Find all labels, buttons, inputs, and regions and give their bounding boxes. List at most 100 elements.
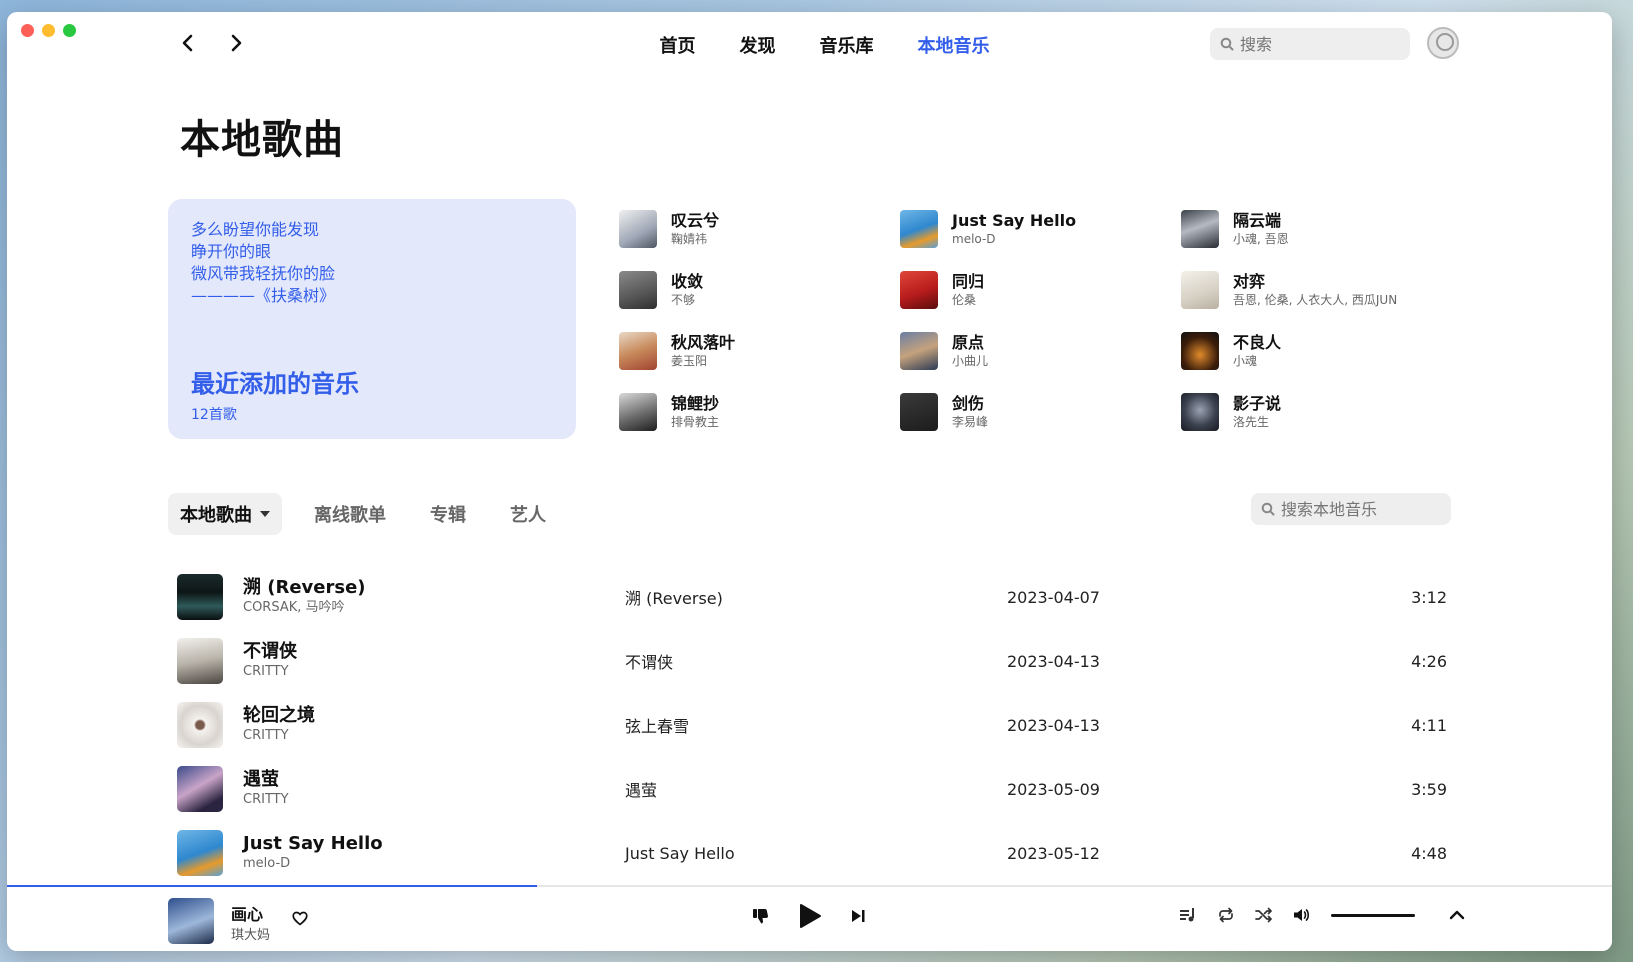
zoom-window-button[interactable] [63,24,76,37]
song-date: 2023-04-13 [1007,715,1100,735]
recent-song-artist: 李易峰 [952,414,989,429]
recent-song-artist: 排骨教主 [671,414,720,429]
playlist-button[interactable] [1179,907,1197,923]
album-cover [1181,209,1219,248]
forward-button[interactable] [225,32,247,54]
table-row[interactable]: 遇萤 CRITTY 遇萤 2023-05-09 3:59 [168,757,1458,821]
recently-added-title: 最近添加的音乐 [191,370,359,398]
recent-song-item[interactable]: 叹云兮 鞠婧祎 [619,209,900,248]
now-playing-artist[interactable]: 琪大妈 [231,924,270,943]
table-row[interactable]: 溯 (Reverse) CORSAK, 马吟吟 溯 (Reverse) 2023-… [168,565,1458,629]
song-album[interactable]: 溯 (Reverse) [625,585,1007,609]
album-cover [1181,270,1219,309]
recent-song-artist: 伦桑 [952,292,977,307]
song-artist[interactable]: melo-D [243,855,625,873]
recent-song-artist: 鞠婧祎 [671,231,708,246]
nav-discover[interactable]: 发现 [740,32,776,58]
song-album[interactable]: 遇萤 [625,777,1007,801]
recent-song-artist: 小曲儿 [952,353,989,368]
progress-bar[interactable] [7,885,1612,887]
recent-song-item[interactable]: 收敛 不够 [619,270,900,309]
recent-song-name: 同归 [952,271,985,291]
song-duration: 3:59 [1411,779,1447,799]
album-cover [619,392,657,431]
repeat-icon [1219,907,1233,923]
recent-song-item[interactable]: 同归 伦桑 [900,270,1181,309]
song-artist[interactable]: CRITTY [243,663,625,681]
window-controls [21,24,76,37]
next-button[interactable] [850,908,866,924]
recent-song-artist: 吾恩, 伦桑, 人衣大人, 西瓜JUN [1233,292,1398,307]
recent-song-item[interactable]: 锦鲤抄 排骨教主 [619,392,900,431]
play-button[interactable] [798,903,822,929]
global-search[interactable] [1210,28,1410,60]
tab-albums[interactable]: 专辑 [418,493,478,535]
now-playing-cover[interactable] [168,898,214,944]
song-album[interactable]: Just Say Hello [625,844,1007,863]
dislike-button[interactable] [752,907,770,925]
history-navigation [177,32,247,54]
tab-local-songs[interactable]: 本地歌曲 [168,493,282,535]
recent-song-artist: melo-D [952,231,996,246]
recent-song-item[interactable]: Just Say Hello melo-D [900,209,1181,248]
heart-icon [292,911,308,926]
local-music-search[interactable] [1251,493,1451,525]
song-name: Just Say Hello [243,833,383,854]
repeat-button[interactable] [1217,907,1235,923]
recent-song-name: 锦鲤抄 [671,393,720,413]
volume-button[interactable] [1293,907,1311,923]
lyric-line: 睁开你的眼 [191,242,272,261]
avatar[interactable] [1427,27,1459,59]
local-search-input[interactable] [1281,499,1441,519]
tab-offline-playlists[interactable]: 离线歌单 [302,493,398,535]
search-input[interactable] [1240,34,1390,54]
album-cover [900,270,938,309]
recently-added-count: 12首歌 [191,407,237,423]
expand-player-button[interactable] [1449,909,1465,921]
shuffle-button[interactable] [1255,907,1273,923]
like-button[interactable] [292,911,308,926]
recent-song-name: Just Say Hello [952,210,1077,230]
nav-local-music[interactable]: 本地音乐 [918,32,990,58]
caret-down-icon [260,511,270,517]
recent-song-item[interactable]: 对弈 吾恩, 伦桑, 人衣大人, 西瓜JUN [1181,270,1462,309]
recently-added-card[interactable]: 多么盼望你能发现 睁开你的眼 微风带我轻抚你的脸 ————《扶桑树》 最近添加的… [168,199,576,439]
tab-artists[interactable]: 艺人 [498,493,558,535]
recent-song-item[interactable]: 隔云端 小魂, 吾恩 [1181,209,1462,248]
tab-label: 本地歌曲 [180,505,252,526]
nav-home[interactable]: 首页 [660,32,696,58]
song-date: 2023-04-13 [1007,651,1100,671]
album-cover [177,830,223,876]
table-row[interactable]: Just Say Hello melo-D Just Say Hello 2023… [168,821,1458,885]
song-album[interactable]: 弦上春雪 [625,713,1007,737]
recent-song-item[interactable]: 不良人 小魂 [1181,331,1462,370]
album-cover [177,766,223,812]
volume-slider[interactable] [1331,913,1415,917]
table-row[interactable]: 轮回之境 CRITTY 弦上春雪 2023-04-13 4:11 [168,693,1458,757]
song-artist[interactable]: CRITTY [243,791,625,809]
recent-song-item[interactable]: 原点 小曲儿 [900,331,1181,370]
recent-songs-grid: 叹云兮 鞠婧祎 Just Say Hello melo-D 隔云端 小魂, 吾恩 收敛… [619,209,1479,431]
recent-song-name: 影子说 [1233,393,1282,413]
song-name: 轮回之境 [243,705,315,726]
recent-song-artist: 不够 [671,292,696,307]
minimize-window-button[interactable] [42,24,55,37]
lyric-line: 多么盼望你能发现 [191,220,320,239]
close-window-button[interactable] [21,24,34,37]
album-cover [619,209,657,248]
album-cover [177,638,223,684]
page-title: 本地歌曲 [180,117,344,163]
table-row[interactable]: 不谓侠 CRITTY 不谓侠 2023-04-13 4:26 [168,629,1458,693]
album-cover [619,331,657,370]
song-artist[interactable]: CORSAK, 马吟吟 [243,599,625,617]
recent-song-item[interactable]: 影子说 洛先生 [1181,392,1462,431]
back-button[interactable] [177,32,199,54]
recent-song-item[interactable]: 秋风落叶 姜玉阳 [619,331,900,370]
recent-song-item[interactable]: 剑伤 李易峰 [900,392,1181,431]
song-album[interactable]: 不谓侠 [625,649,1007,673]
song-artist[interactable]: CRITTY [243,727,625,745]
now-playing-title[interactable]: 画心 [231,901,263,925]
album-cover [619,270,657,309]
nav-library[interactable]: 音乐库 [820,32,874,58]
chevron-right-icon [231,34,242,52]
